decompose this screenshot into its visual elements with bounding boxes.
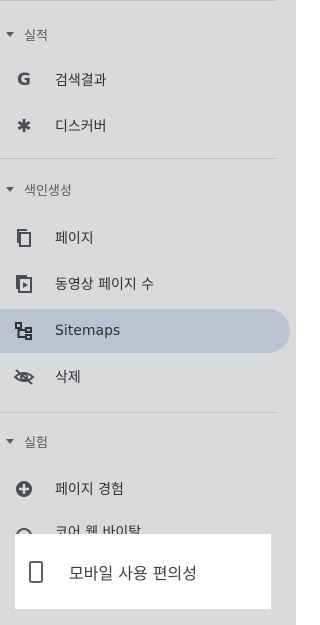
nav-item-page-experience[interactable]: 페이지 경험 (0, 467, 290, 511)
tooltip-label: 모바일 사용 편의성 (69, 563, 197, 583)
google-g-icon: G (17, 70, 31, 90)
nav-item-label: 삭제 (55, 370, 81, 386)
divider (0, 412, 276, 413)
nav-item-label: 검색결과 (55, 73, 107, 89)
nav-item-label: 디스커버 (55, 119, 107, 135)
eye-off-icon (13, 366, 35, 388)
video-page-icon (13, 273, 35, 295)
nav-item-sitemaps[interactable]: Sitemaps (0, 309, 290, 353)
nav-item-search-results[interactable]: G 검색결과 (0, 58, 290, 102)
divider (0, 158, 276, 159)
sitemap-icon (13, 320, 35, 342)
nav-item-removals[interactable]: 삭제 (0, 355, 290, 399)
nav-item-label: 페이지 (55, 231, 94, 247)
divider (0, 0, 276, 1)
plus-circle-icon (13, 478, 35, 500)
section-label: 실험 (24, 435, 48, 451)
nav-item-label: 동영상 페이지 수 (55, 277, 155, 293)
mobile-phone-icon (27, 559, 45, 585)
nav-item-video-pages[interactable]: 동영상 페이지 수 (0, 262, 290, 306)
nav-item-pages[interactable]: 페이지 (0, 216, 290, 260)
section-label: 실적 (24, 28, 48, 44)
sidebar-navigation: 실적 G 검색결과 ✱ 디스커버 색인생성 페이지 동영상 페이지 수 Site… (0, 0, 296, 625)
asterisk-icon: ✱ (16, 115, 32, 137)
drag-tooltip-mobile-usability[interactable]: 모바일 사용 편의성 (15, 534, 271, 609)
nav-item-label: Sitemaps (55, 323, 121, 339)
caret-down-icon (6, 186, 14, 192)
pages-copy-icon (13, 227, 35, 249)
nav-item-discover[interactable]: ✱ 디스커버 (0, 104, 290, 148)
caret-down-icon (6, 31, 14, 37)
section-header-indexing[interactable]: 색인생성 (0, 177, 72, 201)
section-label: 색인생성 (24, 183, 72, 199)
section-header-performance[interactable]: 실적 (0, 22, 48, 46)
caret-down-icon (6, 438, 14, 444)
section-header-experience[interactable]: 실험 (0, 429, 48, 453)
nav-item-label: 페이지 경험 (55, 482, 124, 498)
